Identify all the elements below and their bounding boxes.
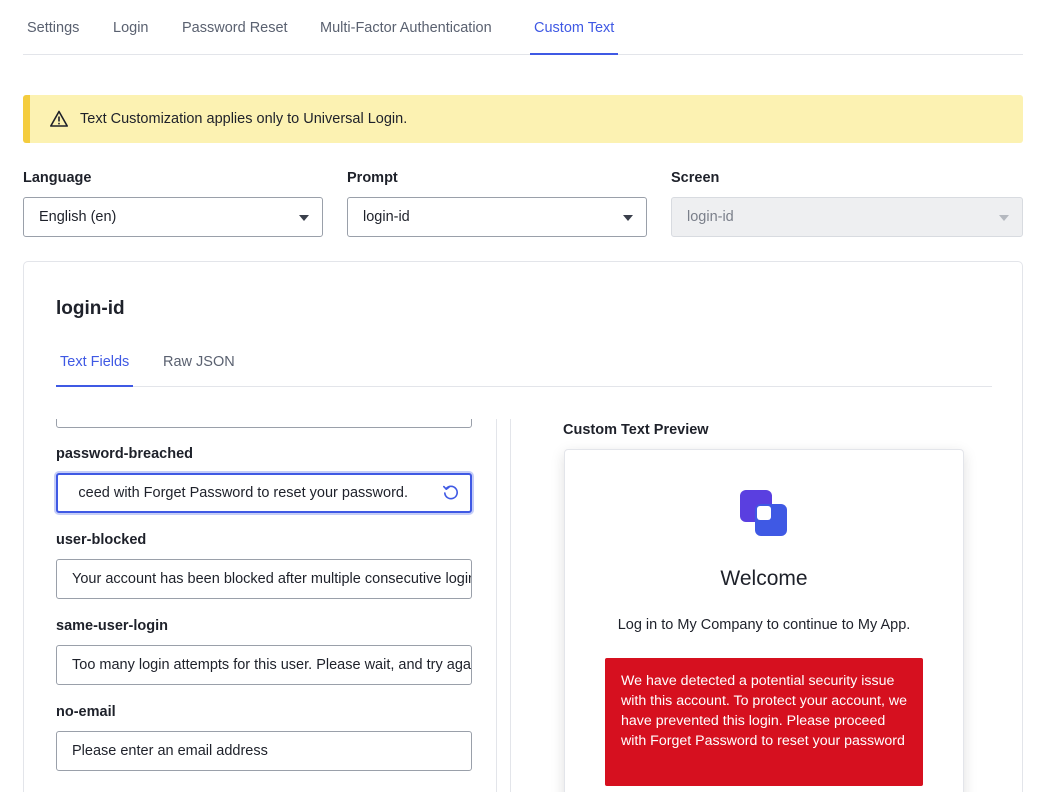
preview-label: Custom Text Preview bbox=[563, 422, 709, 438]
no-email-input[interactable]: Please enter an email address bbox=[56, 731, 472, 771]
chevron-down-icon bbox=[999, 215, 1009, 221]
chevron-down-icon bbox=[623, 215, 633, 221]
password-breached-input[interactable]: ceed with Forget Password to reset your … bbox=[56, 473, 472, 513]
password-breached-value: ceed with Forget Password to reset your … bbox=[78, 485, 408, 501]
custom-text-preview-card: Welcome Log in to My Company to continue… bbox=[564, 449, 964, 792]
same-user-login-input[interactable]: Too many login attempts for this user. P… bbox=[56, 645, 472, 685]
text-fields-list[interactable]: password-breached ceed with Forget Passw… bbox=[24, 419, 497, 792]
chevron-down-icon bbox=[299, 215, 309, 221]
screen-select-value: login-id bbox=[687, 209, 734, 225]
password-breached-error-message: We have detected a potential security is… bbox=[605, 658, 923, 786]
top-tab-bar: Settings Login Password Reset Multi-Fact… bbox=[23, 0, 1023, 55]
tab-raw-json[interactable]: Raw JSON bbox=[163, 354, 235, 387]
app-logo-icon bbox=[739, 488, 789, 538]
warning-icon bbox=[49, 109, 69, 129]
field-input-partial[interactable] bbox=[56, 419, 472, 428]
tab-text-fields[interactable]: Text Fields bbox=[56, 354, 134, 387]
panel-tab-bar: Text Fields Raw JSON bbox=[56, 342, 992, 387]
prompt-select-value: login-id bbox=[363, 209, 410, 225]
screen-label: Screen bbox=[671, 170, 720, 186]
custom-text-panel: login-id Text Fields Raw JSON password-b… bbox=[23, 261, 1023, 792]
tab-login[interactable]: Login bbox=[113, 20, 148, 55]
login-subtitle: Log in to My Company to continue to My A… bbox=[617, 617, 911, 633]
prompt-label: Prompt bbox=[347, 170, 398, 186]
user-blocked-input[interactable]: Your account has been blocked after mult… bbox=[56, 559, 472, 599]
tab-password-reset[interactable]: Password Reset bbox=[182, 20, 288, 55]
reset-icon[interactable] bbox=[442, 484, 460, 502]
language-select[interactable]: English (en) bbox=[23, 197, 323, 237]
panel-title: login-id bbox=[56, 298, 125, 319]
password-breached-label: password-breached bbox=[56, 446, 193, 462]
banner-text: Text Customization applies only to Unive… bbox=[80, 111, 408, 127]
user-blocked-label: user-blocked bbox=[56, 532, 147, 548]
screen-select: login-id bbox=[671, 197, 1023, 237]
welcome-heading: Welcome bbox=[720, 567, 808, 590]
no-email-value: Please enter an email address bbox=[72, 743, 268, 759]
prompt-select[interactable]: login-id bbox=[347, 197, 647, 237]
column-divider bbox=[510, 419, 511, 792]
same-user-login-value: Too many login attempts for this user. P… bbox=[72, 657, 471, 673]
language-select-value: English (en) bbox=[39, 209, 117, 225]
tab-multi-factor-authentication[interactable]: Multi-Factor Authentication bbox=[320, 20, 492, 55]
tab-custom-text[interactable]: Custom Text bbox=[530, 20, 619, 55]
tab-settings[interactable]: Settings bbox=[27, 20, 79, 55]
user-blocked-value: Your account has been blocked after mult… bbox=[72, 571, 471, 587]
language-label: Language bbox=[23, 170, 92, 186]
no-email-label: no-email bbox=[56, 704, 116, 720]
universal-login-warning-banner: Text Customization applies only to Unive… bbox=[23, 95, 1023, 143]
same-user-login-label: same-user-login bbox=[56, 618, 168, 634]
